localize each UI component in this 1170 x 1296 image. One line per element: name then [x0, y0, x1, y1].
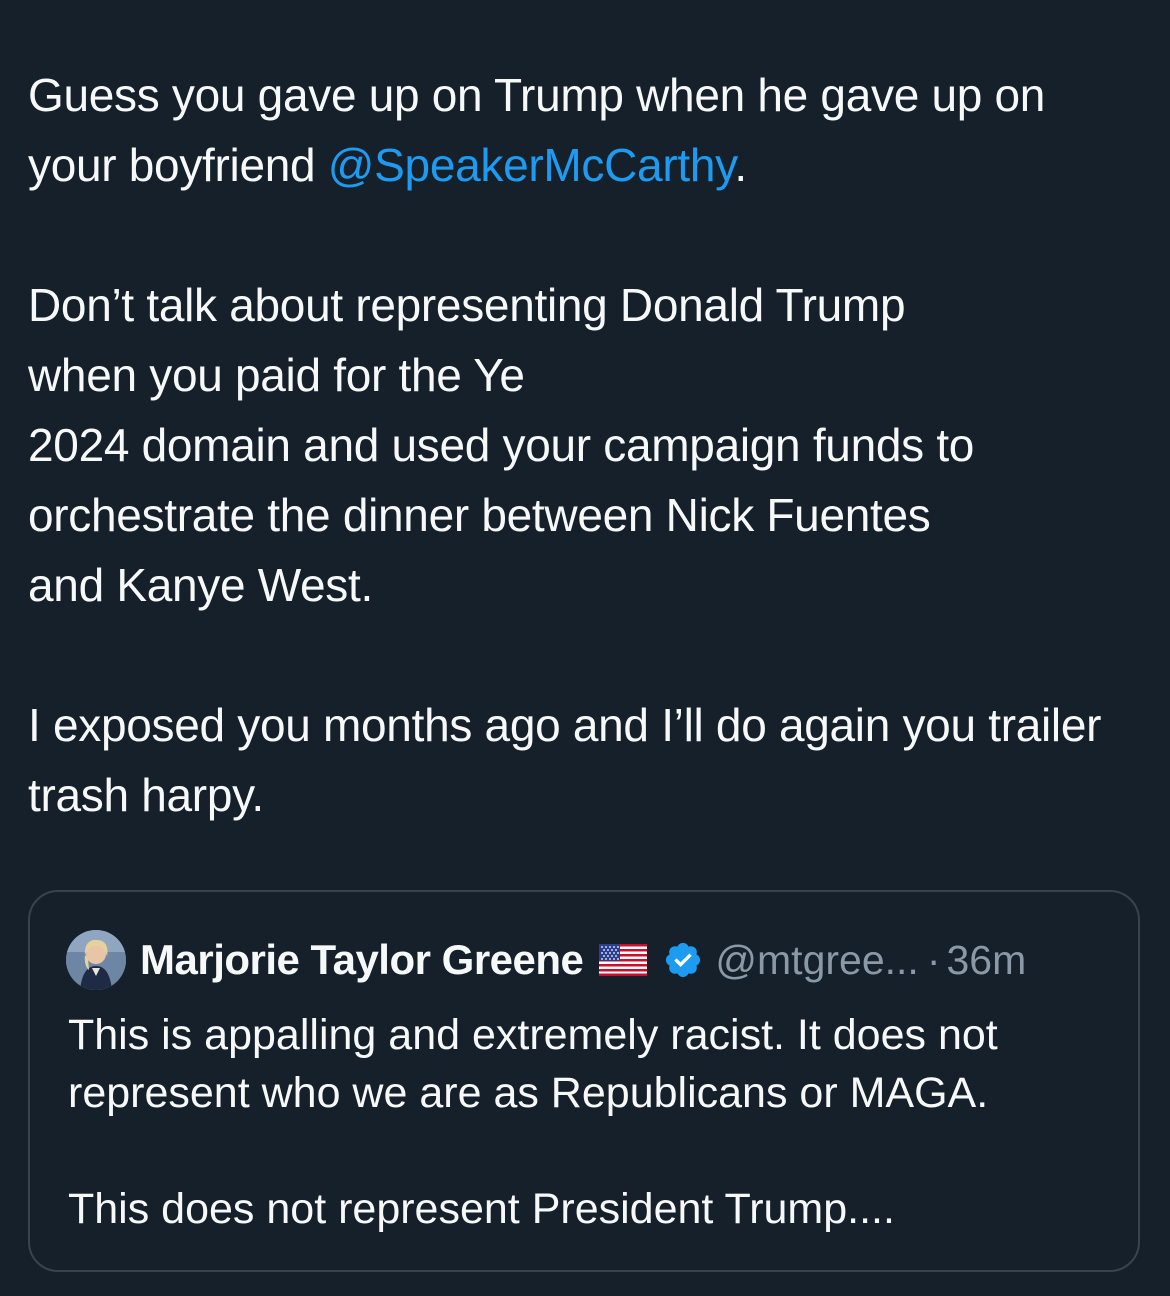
tweet-text-after-mention: .	[734, 139, 747, 191]
tweet-line: and Kanye West.	[28, 559, 373, 611]
quoted-timestamp[interactable]: 36m	[946, 937, 1026, 984]
tweet-line: when you paid for the Ye	[28, 349, 525, 401]
tweet-text: Guess you gave up on Trump when he gave …	[28, 60, 1138, 830]
quoted-author-handle[interactable]: @mtgree...	[715, 937, 918, 984]
avatar[interactable]	[66, 930, 126, 990]
tweet-line: orchestrate the dinner between Nick Fuen…	[28, 489, 931, 541]
tweet-line: Don’t talk about representing Donald Tru…	[28, 279, 906, 331]
avatar-image	[66, 930, 126, 990]
mention-link[interactable]: @SpeakerMcCarthy	[328, 139, 735, 191]
tweet-line: 2024 domain and used your campaign funds…	[28, 419, 975, 471]
tweet-body: Guess you gave up on Trump when he gave …	[28, 60, 1138, 900]
tweet-paragraph-1: Guess you gave up on Trump when he gave …	[28, 60, 1138, 200]
quoted-author-name[interactable]: Marjorie Taylor Greene	[140, 936, 584, 984]
quoted-tweet-header: Marjorie Taylor Greene @mtgree... · 36m	[66, 930, 1026, 990]
quoted-paragraph-2: This does not represent President Trump.…	[68, 1185, 895, 1233]
quoted-paragraph-1: This is appalling and extremely racist. …	[68, 1011, 998, 1117]
verified-badge-icon	[663, 940, 703, 980]
separator-dot: ·	[926, 936, 941, 983]
quoted-tweet-text: This is appalling and extremely racist. …	[68, 1006, 1128, 1296]
us-flag-icon	[599, 944, 648, 976]
quoted-tweet[interactable]: Marjorie Taylor Greene @mtgree... · 36m …	[28, 890, 1140, 1272]
tweet-paragraph-2: Don’t talk about representing Donald Tru…	[28, 270, 1138, 620]
tweet-paragraph-3: I exposed you months ago and I’ll do aga…	[28, 699, 1102, 821]
